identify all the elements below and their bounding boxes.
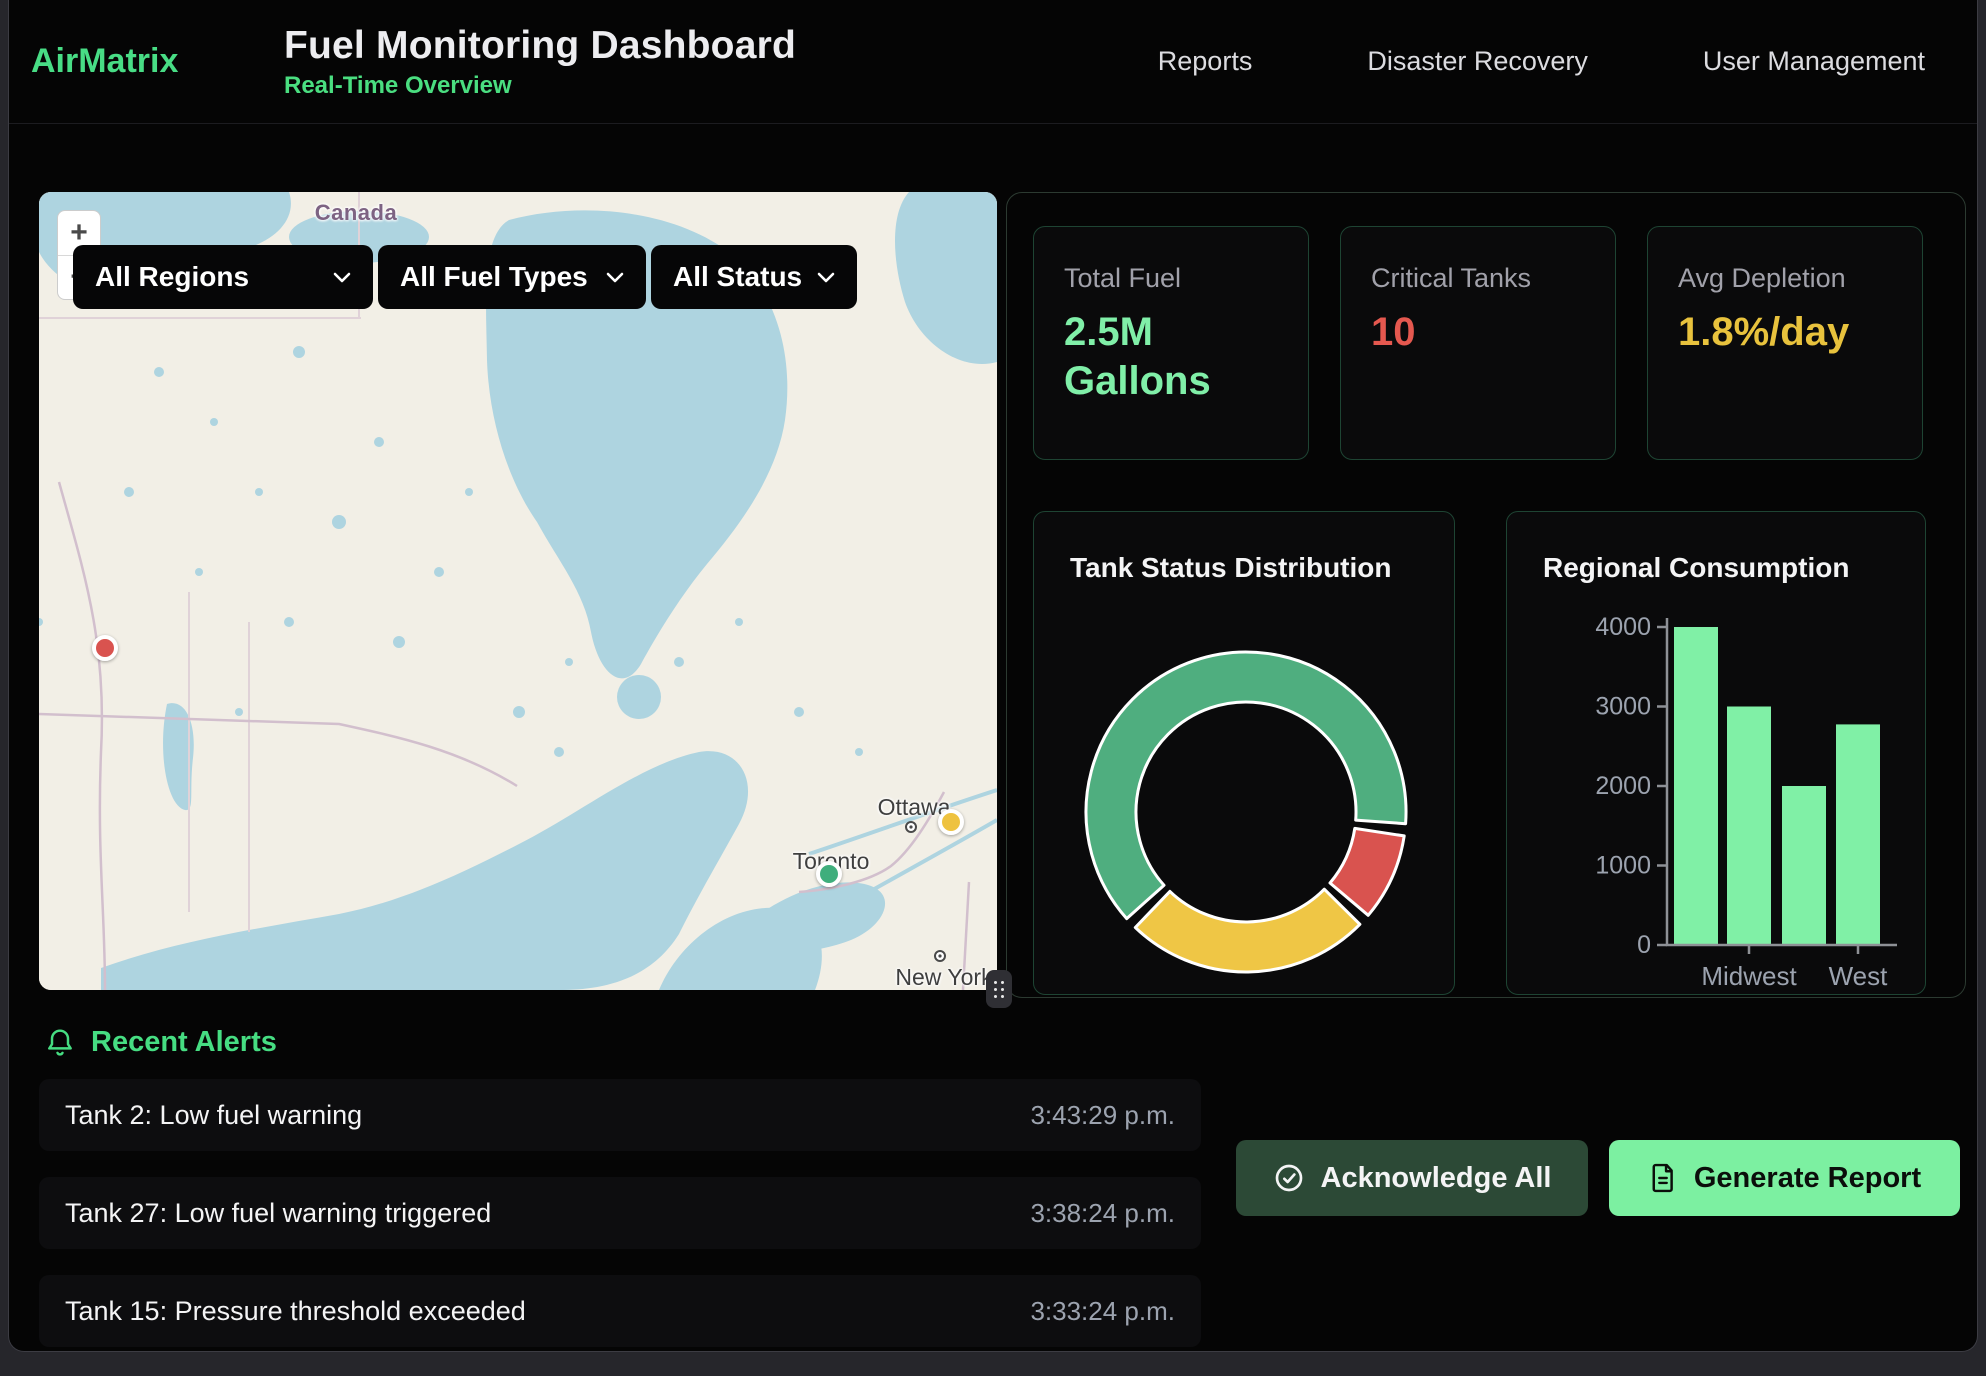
fuel-type-filter-dropdown[interactable]: All Fuel Types (378, 245, 646, 309)
ottawa-city-dot (904, 820, 918, 834)
status-filter-value: All Status (673, 261, 802, 293)
svg-text:2000: 2000 (1595, 772, 1651, 800)
alert-row[interactable]: Tank 2: Low fuel warning 3:43:29 p.m. (39, 1079, 1201, 1151)
map-resize-handle[interactable] (986, 970, 1012, 1008)
tank-status-distribution-card: Tank Status Distribution (1033, 511, 1455, 995)
stat-label: Avg Depletion (1678, 263, 1892, 294)
stat-value: 2.5M Gallons (1064, 308, 1224, 406)
stat-value: 1.8%/day (1678, 308, 1828, 357)
document-icon (1648, 1162, 1678, 1194)
nav-disaster-recovery[interactable]: Disaster Recovery (1367, 46, 1588, 77)
fuel-type-filter-value: All Fuel Types (400, 261, 588, 293)
tank-status-donut-chart (1034, 600, 1455, 995)
regional-consumption-bar-chart: 0 1000 2000 3000 4000 Midwest West (1507, 512, 1926, 995)
page-title: Fuel Monitoring Dashboard (284, 24, 796, 68)
region-filter-value: All Regions (95, 261, 249, 293)
nav-user-management[interactable]: User Management (1703, 46, 1925, 77)
stat-card-total-fuel: Total Fuel 2.5M Gallons (1033, 226, 1309, 460)
regional-consumption-card: Regional Consumption 01000200030004000Mi… (1506, 511, 1926, 995)
title-block: Fuel Monitoring Dashboard Real-Time Over… (284, 24, 796, 100)
donut-segment-warning (1135, 889, 1360, 972)
main-nav: Reports Disaster Recovery User Managemen… (1158, 46, 1925, 77)
brand-logo: AirMatrix (31, 42, 284, 81)
tank-marker-critical[interactable] (92, 635, 118, 661)
alert-text: Tank 15: Pressure threshold exceeded (65, 1296, 526, 1327)
bar (1727, 707, 1771, 946)
recent-alerts-title: Recent Alerts (91, 1026, 277, 1059)
recent-alerts-header: Recent Alerts (45, 1026, 277, 1059)
alert-row[interactable]: Tank 15: Pressure threshold exceeded 3:3… (39, 1275, 1201, 1347)
alert-text: Tank 27: Low fuel warning triggered (65, 1198, 491, 1229)
tank-marker-normal[interactable] (816, 861, 842, 887)
generate-report-button[interactable]: Generate Report (1609, 1140, 1960, 1216)
metrics-panel: Total Fuel 2.5M Gallons Critical Tanks 1… (1006, 192, 1966, 998)
status-filter-dropdown[interactable]: All Status (651, 245, 857, 309)
acknowledge-all-label: Acknowledge All (1321, 1162, 1552, 1195)
chevron-down-icon (817, 272, 835, 283)
stat-value: 10 (1371, 308, 1585, 357)
app-window: AirMatrix Fuel Monitoring Dashboard Real… (8, 0, 1978, 1352)
chevron-down-icon (606, 272, 624, 283)
check-circle-icon (1273, 1162, 1305, 1194)
nav-reports[interactable]: Reports (1158, 46, 1253, 77)
svg-text:West: West (1829, 961, 1889, 991)
region-filter-dropdown[interactable]: All Regions (73, 245, 373, 309)
tank-map[interactable]: Canada Ottawa Toronto New York + − All R… (39, 192, 997, 990)
page-subtitle: Real-Time Overview (284, 72, 796, 100)
svg-text:Midwest: Midwest (1701, 961, 1797, 991)
stat-card-critical-tanks: Critical Tanks 10 (1340, 226, 1616, 460)
generate-report-label: Generate Report (1694, 1162, 1921, 1195)
bar (1674, 627, 1718, 945)
bell-icon (45, 1027, 75, 1059)
chart-title: Tank Status Distribution (1070, 552, 1392, 584)
new-york-city-dot (933, 949, 947, 963)
alert-timestamp: 3:38:24 p.m. (1030, 1198, 1175, 1229)
map-label-canada: Canada (286, 200, 426, 226)
acknowledge-all-button[interactable]: Acknowledge All (1236, 1140, 1588, 1216)
alert-timestamp: 3:33:24 p.m. (1030, 1296, 1175, 1327)
stat-label: Critical Tanks (1371, 263, 1585, 294)
svg-text:4000: 4000 (1595, 613, 1651, 641)
donut-segment-critical (1330, 828, 1404, 915)
header: AirMatrix Fuel Monitoring Dashboard Real… (9, 0, 1977, 124)
svg-text:0: 0 (1637, 931, 1651, 959)
svg-text:3000: 3000 (1595, 693, 1651, 721)
stat-label: Total Fuel (1064, 263, 1278, 294)
bar (1836, 724, 1880, 945)
svg-text:1000: 1000 (1595, 852, 1651, 880)
bar (1782, 786, 1826, 945)
map-label-new-york: New York (874, 964, 997, 990)
alert-text: Tank 2: Low fuel warning (65, 1100, 362, 1131)
tank-marker-warning[interactable] (938, 809, 964, 835)
alert-row[interactable]: Tank 27: Low fuel warning triggered 3:38… (39, 1177, 1201, 1249)
alert-timestamp: 3:43:29 p.m. (1030, 1100, 1175, 1131)
stat-card-avg-depletion: Avg Depletion 1.8%/day (1647, 226, 1923, 460)
chevron-down-icon (333, 272, 351, 283)
